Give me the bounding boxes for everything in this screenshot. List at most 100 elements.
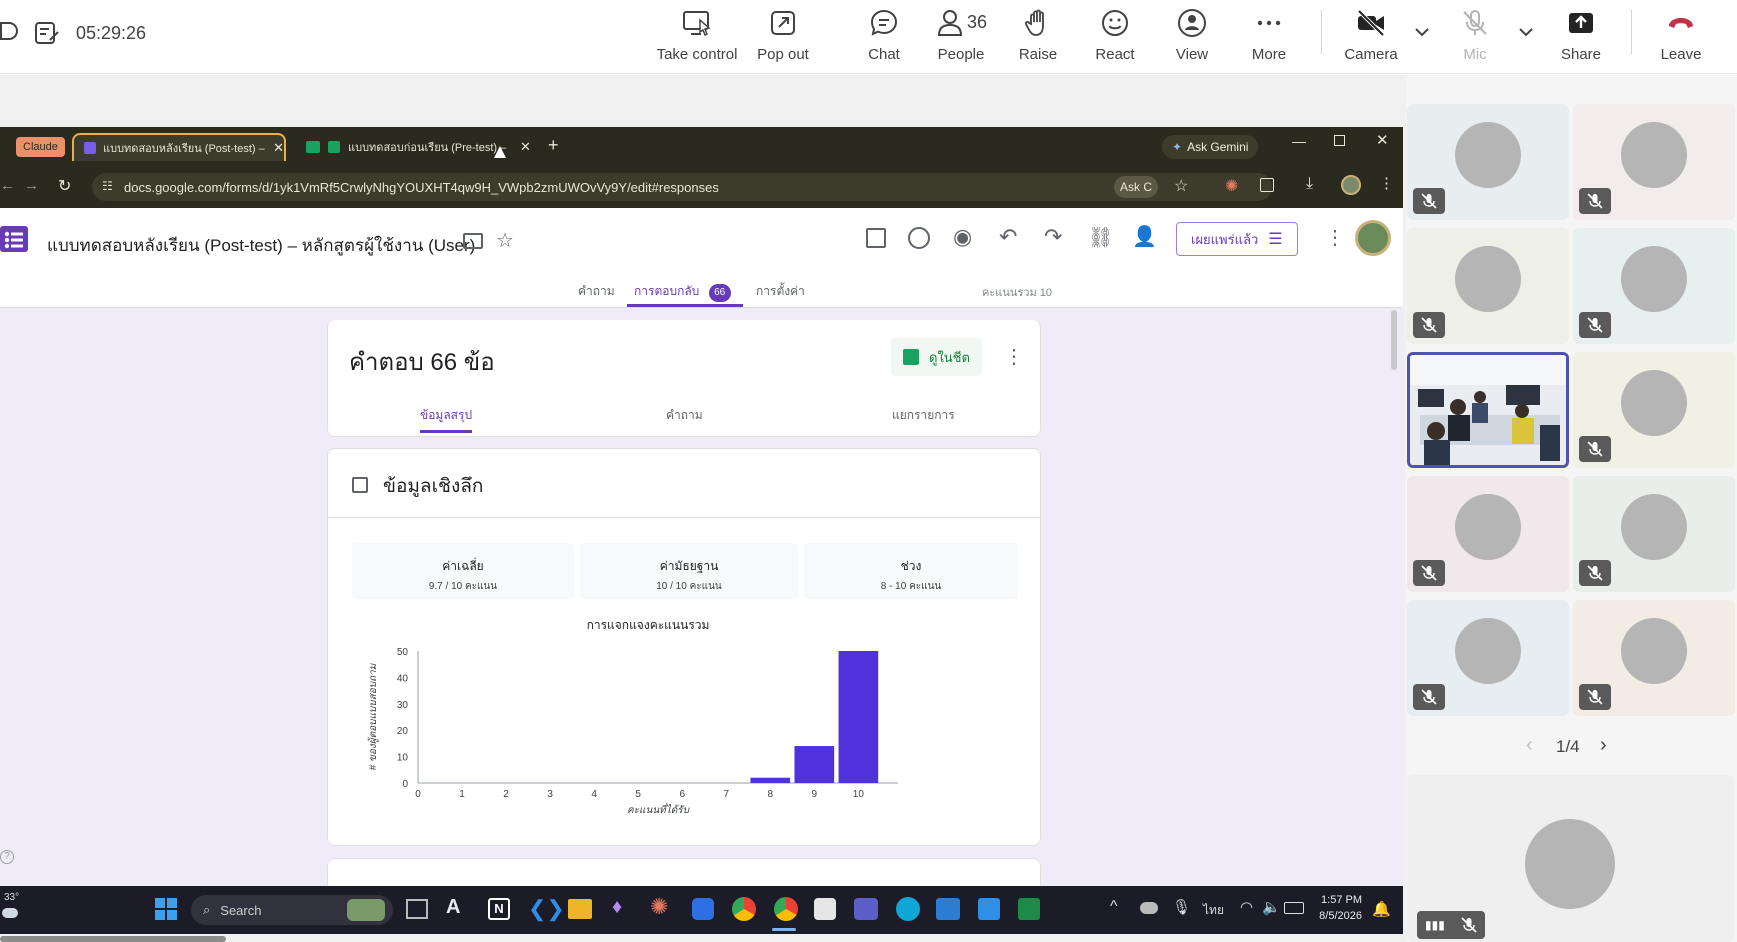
- tab-settings[interactable]: การตั้งค่า: [756, 282, 805, 301]
- ask-chip[interactable]: Ask C: [1114, 176, 1159, 198]
- app-icon-a[interactable]: A: [446, 896, 460, 919]
- chat-button[interactable]: Chat: [843, 4, 925, 68]
- camera-button[interactable]: Camera: [1330, 4, 1412, 68]
- battery-icon[interactable]: [1284, 902, 1304, 914]
- address-bar[interactable]: ☷ docs.google.com/forms/d/1yk1VmRf5Crwly…: [92, 173, 1272, 201]
- participant-tile[interactable]: [1407, 104, 1569, 220]
- more-button[interactable]: More: [1228, 4, 1310, 68]
- next-page-chevron-icon[interactable]: ›: [1600, 734, 1607, 757]
- palette-icon[interactable]: [908, 227, 930, 249]
- task-view-icon[interactable]: [406, 899, 428, 919]
- take-control-button[interactable]: Take control: [656, 4, 738, 68]
- new-tab-icon[interactable]: +: [548, 135, 559, 156]
- view-in-sheets-button[interactable]: ดูในชีต: [891, 338, 982, 376]
- clock-time[interactable]: 1:57 PM: [1318, 894, 1362, 906]
- subtab-question[interactable]: คำถาม: [666, 406, 703, 425]
- notes-icon[interactable]: [34, 20, 60, 46]
- participant-tile[interactable]: [1573, 352, 1735, 468]
- volume-icon[interactable]: 🔈: [1262, 898, 1281, 916]
- responses-more-icon[interactable]: ⋮: [1004, 344, 1024, 369]
- photos-icon[interactable]: [978, 898, 1000, 920]
- star-icon[interactable]: ☆: [496, 228, 514, 253]
- minimize-icon[interactable]: —: [1292, 133, 1306, 149]
- teams-icon[interactable]: [854, 898, 878, 920]
- onedrive-icon[interactable]: [1140, 902, 1158, 914]
- raise-hand-button[interactable]: Raise: [997, 4, 1079, 68]
- form-title[interactable]: แบบทดสอบหลังเรียน (Post-test) – หลักสูตร…: [47, 232, 475, 259]
- profile-avatar[interactable]: [1341, 175, 1361, 195]
- remote-desktop-icon[interactable]: [936, 898, 960, 920]
- file-explorer-icon[interactable]: [568, 899, 592, 919]
- tab-responses[interactable]: การตอบกลับ 66: [634, 282, 731, 302]
- folder-icon[interactable]: [463, 233, 483, 249]
- redo-icon[interactable]: ↷: [1044, 224, 1062, 250]
- restore-icon[interactable]: [1334, 135, 1345, 146]
- chrome-active-icon[interactable]: [774, 897, 798, 921]
- share-button[interactable]: Share: [1540, 4, 1622, 68]
- participant-tile[interactable]: [1407, 600, 1569, 716]
- participant-tile[interactable]: [1407, 476, 1569, 592]
- preview-eye-icon[interactable]: ◉: [953, 224, 972, 250]
- camera-options-chevron-icon[interactable]: [1412, 24, 1432, 40]
- subtab-summary[interactable]: ข้อมูลสรุป: [420, 406, 472, 425]
- self-view-tile[interactable]: ▮▮▮: [1407, 775, 1734, 942]
- subtab-individual[interactable]: แยกรายการ: [892, 406, 955, 425]
- ask-gemini-button[interactable]: ✦ Ask Gemini: [1162, 135, 1259, 159]
- vscode-icon[interactable]: ❮❯: [528, 896, 565, 922]
- add-collaborator-icon[interactable]: 👤: [1132, 224, 1157, 249]
- extensions-icon[interactable]: [1260, 178, 1274, 192]
- edge-icon[interactable]: [896, 897, 920, 921]
- microphone-icon[interactable]: 🎙: [1172, 898, 1191, 916]
- calendar-icon[interactable]: [814, 898, 836, 920]
- excel-icon[interactable]: [1018, 898, 1040, 920]
- publish-button[interactable]: เผยแพร่แล้ว ☰: [1176, 222, 1298, 256]
- back-icon[interactable]: ←: [0, 177, 15, 194]
- help-icon[interactable]: ?: [0, 850, 14, 864]
- participant-tile[interactable]: [1407, 228, 1569, 344]
- chrome-menu-icon[interactable]: ⋮: [1379, 174, 1394, 192]
- input-language[interactable]: ไทย: [1203, 901, 1224, 920]
- leave-button[interactable]: Leave: [1640, 4, 1722, 68]
- close-window-icon[interactable]: ✕: [1376, 131, 1389, 149]
- page-scrollbar[interactable]: [1391, 310, 1397, 370]
- more-options-icon[interactable]: ⋮: [1325, 225, 1345, 250]
- show-hidden-icons[interactable]: ^: [1110, 898, 1118, 916]
- claude-app-icon[interactable]: ✺: [650, 894, 668, 920]
- mic-options-chevron-icon[interactable]: [1516, 24, 1536, 40]
- taskbar-search[interactable]: ⌕ Search: [191, 895, 393, 925]
- link-icon[interactable]: ⛓: [1088, 225, 1113, 250]
- react-button[interactable]: React: [1074, 4, 1156, 68]
- download-icon[interactable]: ⤓: [1306, 175, 1313, 193]
- wifi-icon[interactable]: ◠: [1240, 898, 1253, 916]
- forward-icon[interactable]: →: [24, 177, 39, 194]
- profile-badge[interactable]: Claude: [16, 137, 65, 157]
- undo-icon[interactable]: ↶: [999, 224, 1017, 250]
- close-tab-icon[interactable]: ✕: [520, 139, 531, 155]
- notification-bell-icon[interactable]: 🔔: [1372, 900, 1391, 918]
- user-avatar[interactable]: [1355, 220, 1391, 256]
- claude-extension-icon[interactable]: ✺: [1225, 176, 1238, 196]
- participant-video-tile-active[interactable]: [1407, 352, 1569, 468]
- app-store-icon[interactable]: [692, 898, 714, 920]
- mic-button[interactable]: Mic: [1434, 4, 1516, 68]
- pop-out-button[interactable]: Pop out: [742, 4, 824, 68]
- tab-questions[interactable]: คำถาม: [578, 282, 615, 301]
- horizontal-scrollbar[interactable]: [0, 936, 226, 942]
- app-flame-icon[interactable]: ♦: [612, 896, 622, 919]
- browser-tab-active[interactable]: แบบทดสอบหลังเรียน (Post-test) – ห ✕: [72, 133, 286, 161]
- addon-icon[interactable]: [866, 228, 886, 248]
- notion-icon[interactable]: N: [488, 898, 510, 920]
- participant-tile[interactable]: [1573, 228, 1735, 344]
- chrome-icon[interactable]: [732, 897, 756, 921]
- clock-date[interactable]: 8/5/2026: [1316, 910, 1362, 922]
- reload-icon[interactable]: ↻: [58, 176, 71, 196]
- site-info-icon[interactable]: ☷: [102, 179, 113, 193]
- participant-tile[interactable]: [1573, 476, 1735, 592]
- people-button[interactable]: 36 People: [920, 4, 1002, 68]
- participant-tile[interactable]: [1573, 104, 1735, 220]
- forms-logo-icon[interactable]: [0, 226, 28, 252]
- view-button[interactable]: View: [1151, 4, 1233, 68]
- participant-tile[interactable]: [1573, 600, 1735, 716]
- close-tab-icon[interactable]: ✕: [273, 140, 284, 156]
- bookmark-star-icon[interactable]: ☆: [1174, 176, 1188, 196]
